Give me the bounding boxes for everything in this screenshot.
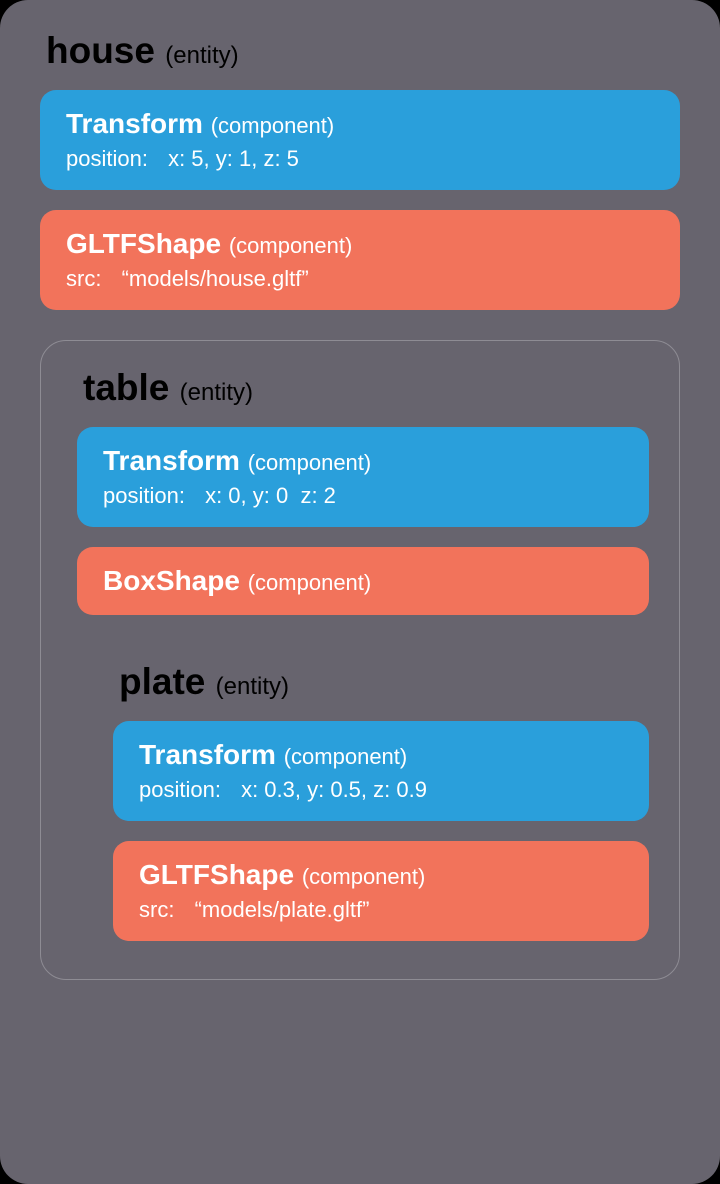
- component-title: GLTFShape (component): [139, 859, 623, 891]
- component-prop: position: x: 5, y: 1, z: 5: [66, 146, 654, 172]
- entity-table-title: table (entity): [83, 367, 649, 409]
- prop-val: x: 5, y: 1, z: 5: [168, 146, 299, 172]
- component-name: GLTFShape: [139, 859, 294, 890]
- component-tag: (component): [211, 113, 335, 138]
- component-name: Transform: [66, 108, 203, 139]
- component-tag: (component): [229, 233, 353, 258]
- component-title: Transform (component): [103, 445, 623, 477]
- plate-shape-component: GLTFShape (component) src: “models/plate…: [113, 841, 649, 941]
- prop-key: position:: [139, 777, 221, 803]
- house-transform-component: Transform (component) position: x: 5, y:…: [40, 90, 680, 190]
- component-name: GLTFShape: [66, 228, 221, 259]
- component-title: GLTFShape (component): [66, 228, 654, 260]
- prop-val: “models/house.gltf”: [122, 266, 309, 292]
- plate-transform-component: Transform (component) position: x: 0.3, …: [113, 721, 649, 821]
- component-name: Transform: [103, 445, 240, 476]
- component-prop: src: “models/plate.gltf”: [139, 897, 623, 923]
- entity-plate-name: plate: [119, 661, 205, 702]
- prop-val: x: 0, y: 0 z: 2: [205, 483, 336, 509]
- entity-house-title: house (entity): [46, 30, 680, 72]
- entity-house-tag: (entity): [165, 42, 238, 69]
- component-prop: position: x: 0, y: 0 z: 2: [103, 483, 623, 509]
- entity-plate-tag: (entity): [216, 673, 289, 700]
- entity-plate-title: plate (entity): [119, 661, 649, 703]
- table-transform-component: Transform (component) position: x: 0, y:…: [77, 427, 649, 527]
- table-shape-component: BoxShape (component): [77, 547, 649, 615]
- house-shape-component: GLTFShape (component) src: “models/house…: [40, 210, 680, 310]
- component-tag: (component): [248, 570, 372, 595]
- entity-diagram: house (entity) Transform (component) pos…: [0, 0, 720, 1184]
- prop-key: position:: [66, 146, 148, 172]
- component-title: Transform (component): [66, 108, 654, 140]
- component-title: BoxShape (component): [103, 565, 623, 597]
- prop-key: src:: [66, 266, 101, 292]
- component-name: BoxShape: [103, 565, 240, 596]
- component-tag: (component): [284, 744, 408, 769]
- entity-table-tag: (entity): [180, 379, 253, 406]
- component-name: Transform: [139, 739, 276, 770]
- entity-house-name: house: [46, 30, 155, 71]
- component-prop: position: x: 0.3, y: 0.5, z: 0.9: [139, 777, 623, 803]
- component-title: Transform (component): [139, 739, 623, 771]
- component-prop: src: “models/house.gltf”: [66, 266, 654, 292]
- component-tag: (component): [248, 450, 372, 475]
- entity-table-name: table: [83, 367, 169, 408]
- prop-val: x: 0.3, y: 0.5, z: 0.9: [241, 777, 427, 803]
- prop-key: position:: [103, 483, 185, 509]
- prop-key: src:: [139, 897, 174, 923]
- component-tag: (component): [302, 864, 426, 889]
- prop-val: “models/plate.gltf”: [195, 897, 370, 923]
- entity-table-container: table (entity) Transform (component) pos…: [40, 340, 680, 980]
- entity-plate-container: plate (entity) Transform (component) pos…: [77, 651, 649, 941]
